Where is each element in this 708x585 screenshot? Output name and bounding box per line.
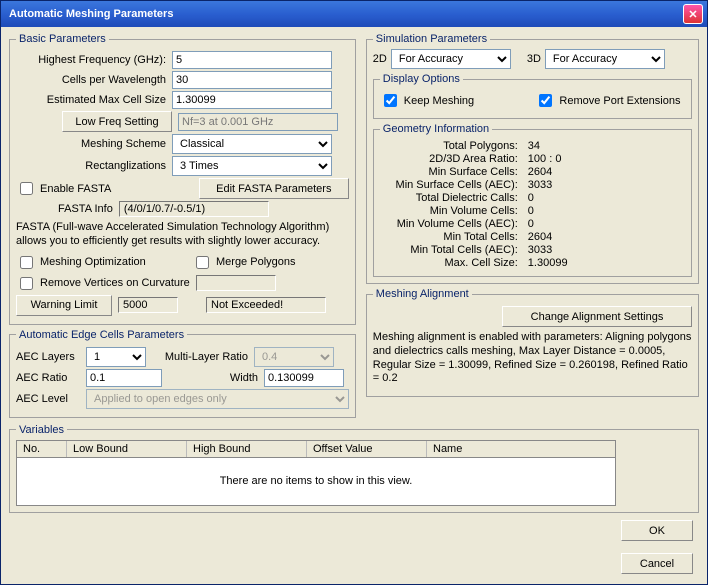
merge-polygons-checkbox[interactable]: Merge Polygons xyxy=(192,253,296,272)
col-high[interactable]: High Bound xyxy=(187,441,307,457)
meshing-alignment-desc: Meshing alignment is enabled with parame… xyxy=(373,331,692,386)
keep-meshing-checkbox[interactable]: Keep Meshing xyxy=(380,91,530,110)
cancel-button[interactable]: Cancel xyxy=(621,553,693,574)
total-dielectric-calls-label: Total Dielectric Calls: xyxy=(380,192,528,204)
min-total-cells-aec-value: 3033 xyxy=(528,244,685,256)
enable-fasta-input[interactable] xyxy=(20,182,33,195)
display-options-group: Display Options Keep Meshing Remove Port… xyxy=(373,73,692,119)
total-dielectric-calls-value: 0 xyxy=(528,192,685,204)
sim-legend: Simulation Parameters xyxy=(373,33,490,45)
cells-per-wavelength-label: Cells per Wavelength xyxy=(16,74,166,86)
min-surface-cells-aec-value: 3033 xyxy=(528,179,685,191)
variables-group: Variables No. Low Bound High Bound Offse… xyxy=(9,424,699,513)
fasta-info-label: FASTA Info xyxy=(58,203,113,215)
min-volume-cells-aec-label: Min Volume Cells (AEC): xyxy=(380,218,528,230)
multilayer-ratio-select: 0.4 xyxy=(254,347,334,367)
warning-limit-button[interactable]: Warning Limit xyxy=(16,295,112,316)
geometry-legend: Geometry Information xyxy=(380,123,492,135)
min-total-cells-value: 2604 xyxy=(528,231,685,243)
min-surface-cells-label: Min Surface Cells: xyxy=(380,166,528,178)
variables-empty-text: There are no items to show in this view. xyxy=(220,475,413,487)
dialog-window: Automatic Meshing Parameters ✕ Basic Par… xyxy=(0,0,708,585)
meshing-alignment-legend: Meshing Alignment xyxy=(373,288,472,300)
low-freq-setting-button[interactable]: Low Freq Setting xyxy=(62,111,172,132)
min-total-cells-label: Min Total Cells: xyxy=(380,231,528,243)
fasta-info-value: (4/0/1/0.7/-0.5/1) xyxy=(119,201,269,217)
meshing-alignment-group: Meshing Alignment Change Alignment Setti… xyxy=(366,288,699,397)
aec-parameters-group: Automatic Edge Cells Parameters AEC Laye… xyxy=(9,329,356,418)
col-offset[interactable]: Offset Value xyxy=(307,441,427,457)
rectanglizations-select[interactable]: 3 Times xyxy=(172,156,332,176)
max-cell-size-label: Max. Cell Size: xyxy=(380,257,528,269)
aec-layers-select[interactable]: 1 xyxy=(86,347,146,367)
area-ratio-label: 2D/3D Area Ratio: xyxy=(380,153,528,165)
highest-freq-label: Highest Frequency (GHz): xyxy=(16,54,166,66)
titlebar: Automatic Meshing Parameters ✕ xyxy=(1,1,707,27)
edit-fasta-button[interactable]: Edit FASTA Parameters xyxy=(199,178,349,199)
min-surface-cells-value: 2604 xyxy=(528,166,685,178)
aec-legend: Automatic Edge Cells Parameters xyxy=(16,329,187,341)
variables-header: No. Low Bound High Bound Offset Value Na… xyxy=(16,440,616,458)
remove-vertices-value xyxy=(196,275,276,291)
aec-ratio-label: AEC Ratio xyxy=(16,372,80,384)
meshing-scheme-select[interactable]: Classical xyxy=(172,134,332,154)
area-ratio-value: 100 : 0 xyxy=(528,153,685,165)
min-surface-cells-aec-label: Min Surface Cells (AEC): xyxy=(380,179,528,191)
meshing-scheme-label: Meshing Scheme xyxy=(16,138,166,150)
sim-2d-label: 2D xyxy=(373,53,387,65)
remove-port-ext-checkbox[interactable]: Remove Port Extensions xyxy=(535,91,685,110)
meshing-optimization-checkbox[interactable]: Meshing Optimization xyxy=(16,253,186,272)
col-name[interactable]: Name xyxy=(427,441,615,457)
col-no[interactable]: No. xyxy=(17,441,67,457)
display-options-legend: Display Options xyxy=(380,73,463,85)
min-volume-cells-aec-value: 0 xyxy=(528,218,685,230)
remove-vertices-checkbox[interactable]: Remove Vertices on Curvature xyxy=(16,274,190,293)
sim-2d-select[interactable]: For Accuracy xyxy=(391,49,511,69)
est-max-cell-size-input[interactable] xyxy=(172,91,332,109)
variables-list[interactable]: There are no items to show in this view. xyxy=(16,458,616,506)
change-alignment-button[interactable]: Change Alignment Settings xyxy=(502,306,692,327)
ok-button[interactable]: OK xyxy=(621,520,693,541)
aec-level-label: AEC Level xyxy=(16,393,80,405)
aec-width-label: Width xyxy=(168,372,258,384)
min-volume-cells-value: 0 xyxy=(528,205,685,217)
close-icon[interactable]: ✕ xyxy=(683,4,703,24)
sim-3d-label: 3D xyxy=(527,53,541,65)
aec-width-input[interactable] xyxy=(264,369,344,387)
simulation-parameters-group: Simulation Parameters 2D For Accuracy 3D… xyxy=(366,33,699,284)
min-volume-cells-label: Min Volume Cells: xyxy=(380,205,528,217)
aec-layers-label: AEC Layers xyxy=(16,351,80,363)
rectanglizations-label: Rectanglizations xyxy=(16,160,166,172)
basic-parameters-group: Basic Parameters Highest Frequency (GHz)… xyxy=(9,33,356,325)
col-low[interactable]: Low Bound xyxy=(67,441,187,457)
warning-status: Not Exceeded! xyxy=(206,297,326,313)
warning-limit-value: 5000 xyxy=(118,297,178,313)
min-total-cells-aec-label: Min Total Cells (AEC): xyxy=(380,244,528,256)
multilayer-ratio-label: Multi-Layer Ratio xyxy=(152,351,248,363)
fasta-description: FASTA (Full-wave Accelerated Simulation … xyxy=(16,221,349,249)
variables-legend: Variables xyxy=(16,424,67,436)
cells-per-wavelength-input[interactable] xyxy=(172,71,332,89)
window-title: Automatic Meshing Parameters xyxy=(5,8,683,20)
aec-ratio-input[interactable] xyxy=(86,369,162,387)
geometry-info-group: Geometry Information Total Polygons:34 2… xyxy=(373,123,692,277)
low-freq-value xyxy=(178,113,338,131)
sim-3d-select[interactable]: For Accuracy xyxy=(545,49,665,69)
est-max-cell-size-label: Estimated Max Cell Size xyxy=(16,94,166,106)
total-polygons-value: 34 xyxy=(528,140,685,152)
enable-fasta-checkbox[interactable]: Enable FASTA xyxy=(16,179,111,198)
aec-level-select: Applied to open edges only xyxy=(86,389,349,409)
highest-freq-input[interactable] xyxy=(172,51,332,69)
basic-legend: Basic Parameters xyxy=(16,33,109,45)
max-cell-size-value: 1.30099 xyxy=(528,257,685,269)
total-polygons-label: Total Polygons: xyxy=(380,140,528,152)
